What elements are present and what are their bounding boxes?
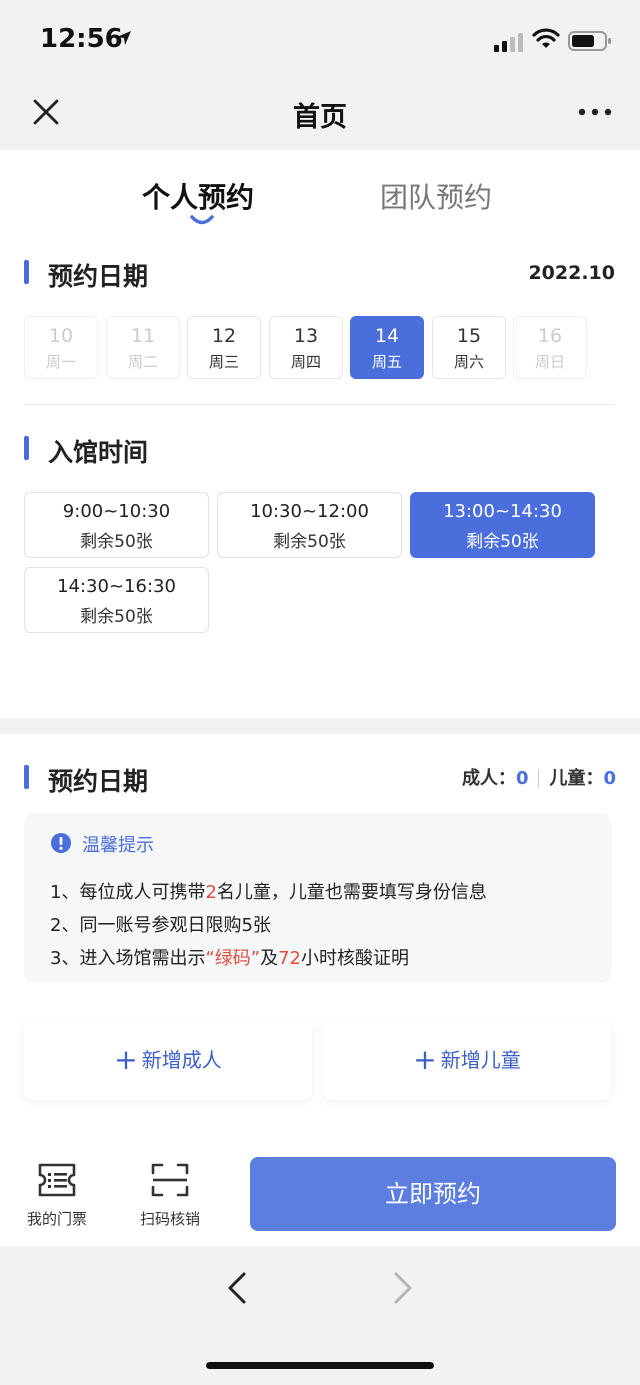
- time-slot-1030[interactable]: 10:30~12:00 剩余50张: [217, 492, 402, 558]
- notice-line-2: 2、同一账号参观日限购5张: [50, 915, 271, 936]
- more-icon[interactable]: [578, 106, 612, 118]
- add-adult-button[interactable]: + 新增成人: [24, 1020, 312, 1100]
- page-title: 首页: [293, 102, 347, 133]
- notice-text: 1、每位成人可携带: [50, 882, 206, 903]
- date-cell-12[interactable]: 12 周三: [187, 316, 261, 379]
- date-weekday: 周三: [208, 353, 239, 371]
- slot-remaining: 剩余50张: [80, 607, 153, 627]
- year-month-label: 2022.10: [528, 262, 615, 284]
- plus-icon: +: [114, 1043, 138, 1076]
- scan-icon[interactable]: [150, 1162, 190, 1198]
- date-weekday: 周六: [453, 353, 484, 371]
- date-weekday: 周五: [371, 353, 402, 371]
- date-weekday: 周日: [534, 353, 565, 371]
- date-cell-10[interactable]: 10 周一: [24, 316, 98, 379]
- notice-highlight: “绿码”: [205, 948, 261, 969]
- date-cell-11[interactable]: 11 周二: [106, 316, 180, 379]
- child-count-label: 儿童：: [549, 768, 604, 789]
- section-marker: [24, 436, 29, 460]
- add-adult-label: 新增成人: [141, 1048, 222, 1072]
- slot-remaining: 剩余50张: [80, 532, 153, 552]
- date-cell-13[interactable]: 13 周四: [269, 316, 343, 379]
- location-arrow-icon: [117, 31, 131, 45]
- time-slot-1430[interactable]: 14:30~16:30 剩余50张: [24, 567, 209, 633]
- section-marker: [24, 765, 29, 789]
- tab-team-reservation[interactable]: 团队预约: [380, 176, 492, 216]
- date-number: 14: [374, 325, 400, 347]
- notice-line-1: 1、每位成人可携带2名儿童，儿童也需要填写身份信息: [50, 878, 487, 904]
- date-cell-15[interactable]: 15 周六: [432, 316, 506, 379]
- slot-remaining: 剩余50张: [273, 532, 346, 552]
- notice-text: 小时核酸证明: [301, 948, 410, 969]
- exclamation-circle-icon: [51, 833, 71, 853]
- date-cell-16[interactable]: 16 周日: [513, 316, 587, 379]
- notice-highlight: 72: [278, 948, 302, 969]
- time-slot-1300[interactable]: 13:00~14:30 剩余50张: [410, 492, 595, 558]
- notice-text: 及: [260, 948, 279, 969]
- scan-verify-label[interactable]: 扫码核销: [130, 1208, 210, 1229]
- slot-time: 13:00~14:30: [443, 501, 562, 522]
- reserve-now-button[interactable]: 立即预约: [250, 1157, 616, 1231]
- tab-personal-reservation[interactable]: 个人预约: [142, 176, 254, 216]
- date-number: 11: [130, 325, 156, 347]
- add-child-label: 新增儿童: [440, 1048, 521, 1072]
- date-cell-14[interactable]: 14 周五: [350, 316, 424, 379]
- adult-count-label: 成人：: [461, 768, 516, 789]
- slot-remaining: 剩余50张: [466, 532, 539, 552]
- slot-time: 9:00~10:30: [62, 501, 171, 522]
- date-number: 15: [456, 325, 482, 347]
- my-tickets-label[interactable]: 我的门票: [18, 1208, 96, 1229]
- chevron-left-icon[interactable]: [222, 1270, 252, 1306]
- date-number: 16: [537, 325, 563, 347]
- time-section-title: 入馆时间: [48, 438, 149, 467]
- adult-count: 0: [515, 768, 529, 789]
- plus-icon: +: [413, 1043, 437, 1076]
- child-count: 0: [603, 768, 616, 789]
- date-section-title: 预约日期: [48, 262, 149, 291]
- notice-text: 名儿童，儿童也需要填写身份信息: [216, 882, 487, 903]
- chevron-right-icon[interactable]: [388, 1270, 418, 1306]
- date-weekday: 周二: [127, 353, 158, 371]
- tab-active-indicator: [190, 215, 214, 225]
- wifi-icon: [532, 28, 560, 48]
- date-number: 12: [211, 325, 237, 347]
- notice-line-3: 3、进入场馆需出示“绿码”及72小时核酸证明: [50, 944, 409, 970]
- date-number: 13: [293, 325, 319, 347]
- cellular-signal-icon: [494, 33, 523, 52]
- count-separator: [538, 770, 540, 788]
- notice-text: 3、进入场馆需出示: [50, 948, 206, 969]
- add-child-button[interactable]: + 新增儿童: [323, 1020, 611, 1100]
- visitor-counts: 成人：0 儿童：0: [420, 764, 616, 790]
- notice-highlight: 2: [205, 882, 217, 903]
- notice-title: 温馨提示: [82, 835, 154, 856]
- visitor-section-title: 预约日期: [48, 767, 149, 796]
- divider: [24, 404, 614, 405]
- slot-time: 14:30~16:30: [57, 576, 176, 597]
- ticket-icon[interactable]: [37, 1162, 77, 1198]
- battery-icon: [568, 31, 611, 51]
- slot-time: 10:30~12:00: [250, 501, 369, 522]
- date-weekday: 周一: [45, 353, 76, 371]
- date-weekday: 周四: [290, 353, 321, 371]
- home-indicator[interactable]: [206, 1362, 434, 1369]
- section-marker: [24, 260, 29, 284]
- date-number: 10: [48, 325, 74, 347]
- time-slot-0900[interactable]: 9:00~10:30 剩余50张: [24, 492, 209, 558]
- status-time: 12:56: [40, 24, 123, 54]
